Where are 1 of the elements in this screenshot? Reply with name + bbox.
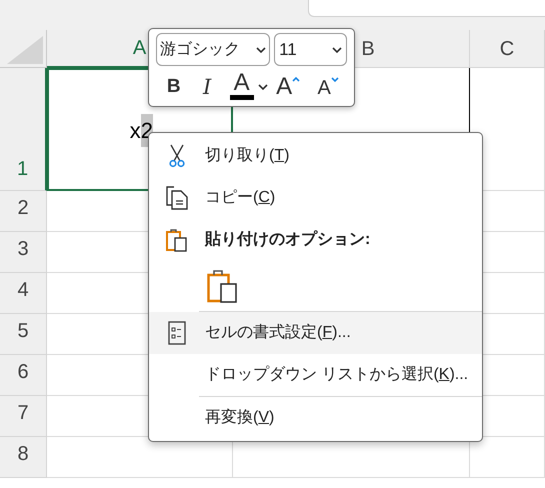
menu-heading: 貼り付けのオプション: <box>205 229 370 250</box>
